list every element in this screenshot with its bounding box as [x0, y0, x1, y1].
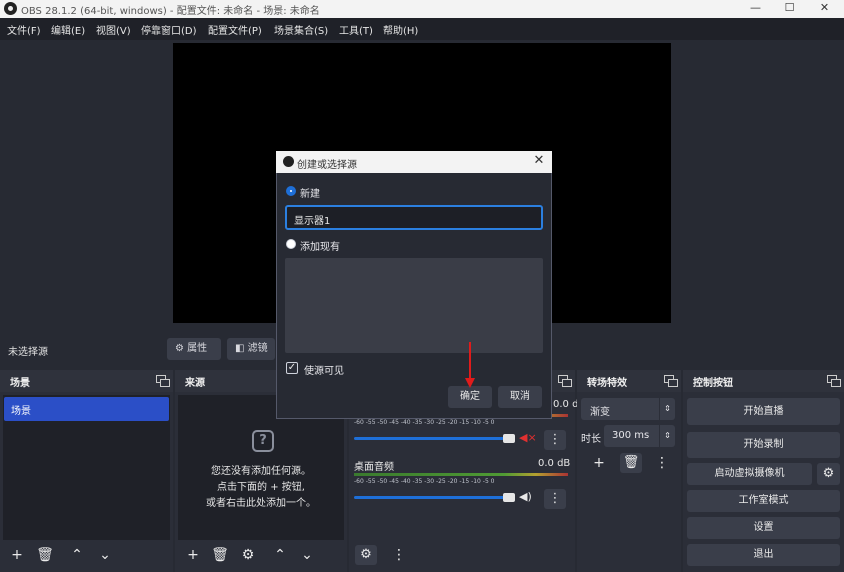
obs-logo-icon	[283, 156, 294, 167]
track1-scale: -60 -55 -50 -45 -40 -35 -30 -25 -20 -15 …	[354, 419, 495, 426]
controls-title: 控制按钮	[693, 378, 733, 389]
menu-docks[interactable]: 停靠窗口(D)	[141, 22, 197, 37]
menu-view[interactable]: 视图(V)	[96, 22, 131, 37]
spinner-arrows-icon: ⇕	[659, 398, 675, 420]
question-icon: ?	[252, 430, 274, 452]
undock-icon[interactable]	[664, 375, 678, 387]
existing-sources-list[interactable]	[285, 258, 543, 353]
duration-label: 时长	[581, 434, 601, 445]
menu-scene-collection[interactable]: 场景集合(S)	[274, 22, 328, 37]
undock-icon[interactable]	[558, 375, 572, 387]
track1-more-icon[interactable]: ⋮	[544, 430, 566, 450]
properties-label: 属性	[187, 343, 208, 354]
start-record-button[interactable]: 开始录制	[687, 432, 840, 458]
undock-icon[interactable]	[827, 375, 841, 387]
window-title: OBS 28.1.2 (64-bit, windows) - 配置文件: 未命名…	[21, 6, 320, 17]
duration-spinbox[interactable]: 300 ms ⇕	[604, 425, 675, 447]
menu-profile[interactable]: 配置文件(P)	[208, 22, 262, 37]
speaker-icon[interactable]: ◀)	[519, 490, 533, 504]
track2-more-icon[interactable]: ⋮	[544, 489, 566, 509]
cancel-button[interactable]: 取消	[498, 386, 542, 408]
filter-icon: ◧	[235, 343, 245, 354]
gear-icon: ⚙	[175, 343, 184, 354]
filters-label: 滤镜	[247, 343, 268, 354]
close-button[interactable]: ✕	[808, 0, 841, 18]
start-stream-button[interactable]: 开始直播	[687, 398, 840, 425]
transitions-title: 转场特效	[587, 378, 627, 389]
add-source-icon[interactable]: +	[182, 545, 204, 565]
gear-icon[interactable]: ⚙	[237, 545, 259, 565]
track1-volume-slider[interactable]	[354, 437, 514, 440]
empty-line-1: 您还没有添加任何源。	[211, 466, 311, 477]
undock-icon[interactable]	[156, 375, 170, 387]
source-name-input[interactable]: 显示器1	[285, 205, 543, 230]
gear-icon[interactable]: ⚙	[817, 463, 840, 485]
minimize-button[interactable]: —	[739, 0, 772, 18]
menu-file[interactable]: 文件(F)	[7, 22, 41, 37]
visible-label: 使源可见	[304, 366, 344, 377]
transition-type: 渐变	[590, 407, 610, 418]
new-radio[interactable]	[286, 186, 296, 196]
spinner-arrows-icon: ⇕	[659, 425, 675, 447]
properties-button[interactable]: ⚙ 属性	[167, 338, 221, 360]
transition-select[interactable]: 渐变 ⇕	[581, 398, 675, 420]
track2-meter	[354, 473, 568, 476]
exit-button[interactable]: 退出	[687, 544, 840, 566]
duration-value: 300 ms	[612, 430, 650, 441]
track2-volume-slider[interactable]	[354, 496, 514, 499]
trash-icon[interactable]: 🗑	[34, 545, 56, 565]
scene-item[interactable]: 场景	[4, 397, 169, 421]
maximize-button[interactable]: ☐	[773, 0, 806, 18]
scene-item-label: 场景	[11, 406, 31, 417]
dialog-close-icon[interactable]: ✕	[532, 153, 546, 169]
chevron-down-icon[interactable]: ⌄	[94, 545, 116, 565]
existing-label: 添加现有	[300, 242, 340, 253]
virtual-camera-button[interactable]: 启动虚拟摄像机	[687, 463, 812, 485]
title-bar: OBS 28.1.2 (64-bit, windows) - 配置文件: 未命名…	[0, 0, 844, 18]
menu-bar: 文件(F) 编辑(E) 视图(V) 停靠窗口(D) 配置文件(P) 场景集合(S…	[0, 18, 844, 40]
menu-edit[interactable]: 编辑(E)	[51, 22, 85, 37]
track2-name: 桌面音频	[354, 462, 394, 473]
empty-line-3: 或者右击此处添加一个。	[206, 498, 316, 509]
add-transition-icon[interactable]: +	[588, 453, 610, 473]
sources-empty-message: 您还没有添加任何源。 点击下面的 + 按钮, 或者右击此处添加一个。	[178, 464, 344, 512]
chevron-up-icon[interactable]: ⌃	[66, 545, 88, 565]
muted-speaker-icon[interactable]: ◀×	[519, 431, 537, 445]
track2-scale: -60 -55 -50 -45 -40 -35 -30 -25 -20 -15 …	[354, 478, 495, 485]
visible-checkbox[interactable]: ✓	[286, 362, 298, 374]
transition-more-icon[interactable]: ⋮	[651, 453, 673, 473]
gears-icon[interactable]: ⚙	[355, 545, 377, 565]
trash-icon[interactable]: 🗑	[620, 453, 642, 473]
filters-button[interactable]: ◧ 滤镜	[227, 338, 275, 360]
scenes-title: 场景	[10, 378, 30, 389]
mixer-more-icon[interactable]: ⋮	[388, 545, 410, 565]
menu-tools[interactable]: 工具(T)	[339, 22, 373, 37]
track2-db: 0.0 dB	[538, 458, 571, 469]
annotation-arrow-icon	[465, 342, 475, 388]
no-source-label: 未选择源	[8, 347, 48, 358]
chevron-down-icon[interactable]: ⌄	[296, 545, 318, 565]
new-label: 新建	[300, 189, 320, 200]
sources-title: 来源	[185, 378, 205, 389]
trash-icon[interactable]: 🗑	[209, 545, 231, 565]
chevron-up-icon[interactable]: ⌃	[269, 545, 291, 565]
menu-help[interactable]: 帮助(H)	[383, 22, 418, 37]
obs-logo-icon	[4, 2, 17, 15]
empty-line-2: 点击下面的 + 按钮,	[217, 482, 305, 493]
track1-volume-knob[interactable]	[503, 434, 515, 443]
add-scene-icon[interactable]: +	[6, 545, 28, 565]
settings-button[interactable]: 设置	[687, 517, 840, 539]
track2-volume-knob[interactable]	[503, 493, 515, 502]
dialog-title: 创建或选择源	[297, 160, 357, 171]
studio-mode-button[interactable]: 工作室模式	[687, 490, 840, 512]
existing-radio[interactable]	[286, 239, 296, 249]
